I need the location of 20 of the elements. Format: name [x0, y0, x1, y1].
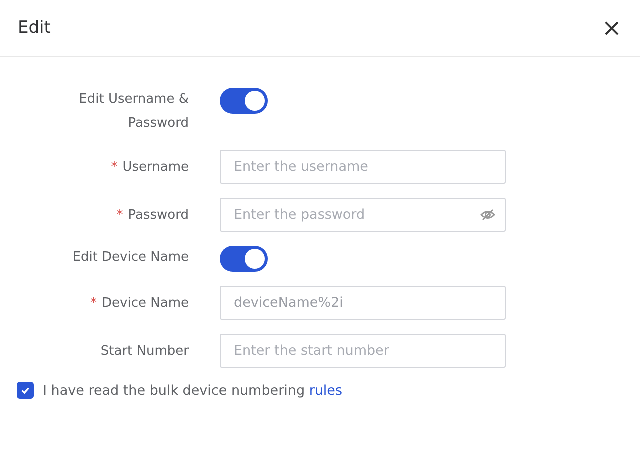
toggle-switch[interactable]	[220, 88, 268, 114]
input-field[interactable]: Enter the start number	[220, 334, 506, 368]
required-mark: *	[116, 206, 124, 224]
field-label: Username	[122, 158, 189, 176]
required-mark: *	[111, 158, 118, 176]
field-label: Start Number	[100, 342, 189, 360]
required-mark: *	[90, 294, 98, 312]
close-button[interactable]: ×	[598, 16, 626, 40]
rules-link[interactable]: rules	[309, 382, 343, 398]
checkbox[interactable]	[17, 382, 34, 399]
password-field[interactable]: Enter the password	[220, 198, 506, 232]
agreement-text: I have read the bulk device numbering rules	[43, 382, 343, 398]
field-label: Edit Device Name	[72, 249, 189, 267]
field-label: Device Name	[102, 294, 189, 312]
toggle-switch[interactable]	[220, 246, 268, 272]
field-label: Edit Username & Password	[78, 91, 189, 133]
dialog-title: Edit	[18, 18, 51, 38]
hidden-eye-icon[interactable]	[480, 207, 496, 223]
field-label: Password	[128, 206, 189, 224]
input-field[interactable]: Enter the username	[220, 150, 506, 184]
